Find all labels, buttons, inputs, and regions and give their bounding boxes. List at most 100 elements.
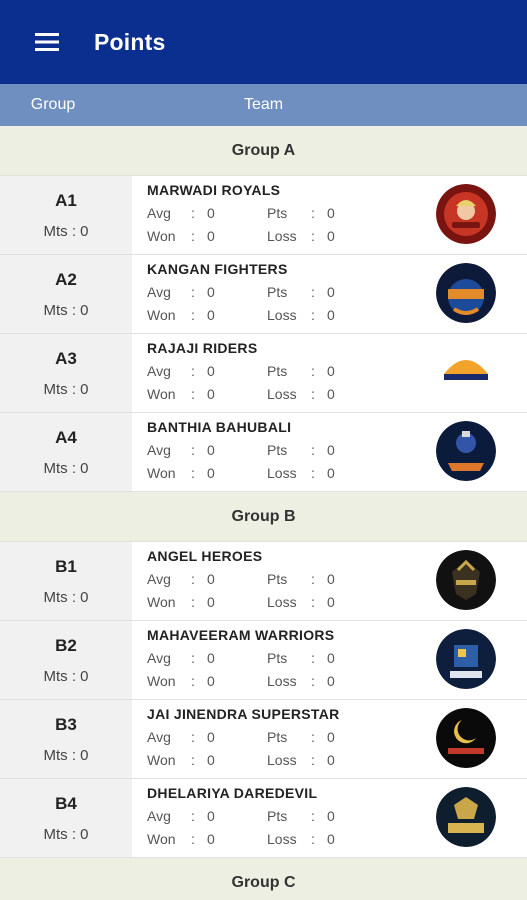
stat-won-label: Won bbox=[147, 673, 176, 689]
stat-avg-label: Avg bbox=[147, 284, 171, 300]
stat-loss-value: 0 bbox=[327, 752, 335, 768]
team-name: BANTHIA BAHUBALI bbox=[147, 419, 292, 435]
group-header: Group C bbox=[0, 858, 527, 900]
stat-loss-label: Loss bbox=[267, 752, 297, 768]
stat-won-value: 0 bbox=[207, 386, 215, 402]
stat-loss-label: Loss bbox=[267, 594, 297, 610]
stat-avg: Avg:0 bbox=[147, 808, 257, 826]
stat-separator: : bbox=[191, 465, 195, 481]
stat-pts-value: 0 bbox=[327, 205, 335, 221]
team-info: MAHAVEERAM WARRIORS Avg:0 Pts:0 Won:0 Loss:0 bbox=[132, 621, 527, 699]
stat-won-label: Won bbox=[147, 752, 176, 768]
stat-pts-label: Pts bbox=[267, 650, 288, 666]
stat-separator: : bbox=[311, 228, 315, 244]
matches-played: Mts : 0 bbox=[43, 459, 89, 477]
stat-won: Won:0 bbox=[147, 831, 257, 849]
team-name: MARWADI ROYALS bbox=[147, 182, 281, 198]
angel-heroes-logo bbox=[436, 550, 496, 610]
stat-separator: : bbox=[311, 831, 315, 847]
stat-avg-label: Avg bbox=[147, 442, 171, 458]
stat-avg-label: Avg bbox=[147, 808, 171, 824]
team-code: B2 bbox=[55, 635, 77, 655]
stat-separator: : bbox=[191, 284, 195, 300]
stat-avg: Avg:0 bbox=[147, 650, 257, 668]
team-row[interactable]: A3 Mts : 0 RAJAJI RIDERS Avg:0 Pts:0 Won:0 Los… bbox=[0, 334, 527, 413]
team-info: JAI JINENDRA SUPERSTAR Avg:0 Pts:0 Won:0 Los… bbox=[132, 700, 527, 778]
stat-separator: : bbox=[191, 571, 195, 587]
team-row[interactable]: B1 Mts : 0 ANGEL HEROES Avg:0 Pts:0 Won:0 Loss… bbox=[0, 542, 527, 621]
stat-separator: : bbox=[311, 363, 315, 379]
team-row[interactable]: B3 Mts : 0 JAI JINENDRA SUPERSTAR Avg:0 Pts:… bbox=[0, 700, 527, 779]
menu-button[interactable] bbox=[0, 0, 94, 84]
mahaveeram-warriors-logo bbox=[436, 629, 496, 689]
dhelariya-daredevil-logo bbox=[436, 787, 496, 847]
stat-won-value: 0 bbox=[207, 465, 215, 481]
stat-loss-value: 0 bbox=[327, 386, 335, 402]
team-info: RAJAJI RIDERS Avg:0 Pts:0 Won:0 Loss:0 bbox=[132, 334, 527, 412]
stat-loss-label: Loss bbox=[267, 831, 297, 847]
stat-won-label: Won bbox=[147, 228, 176, 244]
stat-pts-label: Pts bbox=[267, 284, 288, 300]
stat-loss: Loss:0 bbox=[267, 831, 377, 849]
page-title: Points bbox=[94, 28, 166, 55]
stat-avg: Avg:0 bbox=[147, 284, 257, 302]
stat-separator: : bbox=[311, 729, 315, 745]
team-code: A3 bbox=[55, 348, 77, 368]
stat-pts-value: 0 bbox=[327, 363, 335, 379]
app-bar: Points bbox=[0, 0, 527, 84]
stat-separator: : bbox=[191, 442, 195, 458]
group-header: Group A bbox=[0, 126, 527, 176]
stat-avg-label: Avg bbox=[147, 363, 171, 379]
team-code: B4 bbox=[55, 793, 77, 813]
stat-separator: : bbox=[311, 571, 315, 587]
team-code: A1 bbox=[55, 190, 77, 210]
team-row[interactable]: B4 Mts : 0 DHELARIYA DAREDEVIL Avg:0 Pts:0 Wo… bbox=[0, 779, 527, 858]
team-slot: B4 Mts : 0 bbox=[0, 779, 132, 857]
stat-won-value: 0 bbox=[207, 752, 215, 768]
stat-loss: Loss:0 bbox=[267, 386, 377, 404]
stat-separator: : bbox=[191, 752, 195, 768]
stat-loss: Loss:0 bbox=[267, 228, 377, 246]
stat-pts: Pts:0 bbox=[267, 729, 377, 747]
stat-avg-value: 0 bbox=[207, 284, 215, 300]
stat-won-value: 0 bbox=[207, 831, 215, 847]
team-info: BANTHIA BAHUBALI Avg:0 Pts:0 Won:0 Loss:0 bbox=[132, 413, 527, 491]
matches-played: Mts : 0 bbox=[43, 825, 89, 843]
team-code: A2 bbox=[55, 269, 77, 289]
stat-avg-value: 0 bbox=[207, 650, 215, 666]
matches-played: Mts : 0 bbox=[43, 588, 89, 606]
stat-won-value: 0 bbox=[207, 673, 215, 689]
points-list[interactable]: Group A A1 Mts : 0 MARWADI ROYALS Avg:0 Pts:0… bbox=[0, 126, 527, 900]
stat-avg: Avg:0 bbox=[147, 205, 257, 223]
team-row[interactable]: B2 Mts : 0 MAHAVEERAM WARRIORS Avg:0 Pts:0 Wo… bbox=[0, 621, 527, 700]
stat-avg-label: Avg bbox=[147, 205, 171, 221]
column-header: Group Team bbox=[0, 84, 527, 126]
stat-won: Won:0 bbox=[147, 307, 257, 325]
stat-separator: : bbox=[191, 650, 195, 666]
team-slot: A2 Mts : 0 bbox=[0, 255, 132, 333]
stat-pts-value: 0 bbox=[327, 808, 335, 824]
team-name: ANGEL HEROES bbox=[147, 548, 263, 564]
team-slot: A1 Mts : 0 bbox=[0, 176, 132, 254]
stat-avg-value: 0 bbox=[207, 729, 215, 745]
stat-pts-value: 0 bbox=[327, 442, 335, 458]
jai-jinendra-superstar-logo bbox=[436, 708, 496, 768]
team-name: KANGAN FIGHTERS bbox=[147, 261, 288, 277]
team-row[interactable]: A2 Mts : 0 KANGAN FIGHTERS Avg:0 Pts:0 Won:0 L… bbox=[0, 255, 527, 334]
stat-separator: : bbox=[191, 386, 195, 402]
stat-pts: Pts:0 bbox=[267, 442, 377, 460]
stat-pts: Pts:0 bbox=[267, 808, 377, 826]
stat-separator: : bbox=[191, 307, 195, 323]
marwadi-royals-logo bbox=[436, 184, 496, 244]
column-header-group: Group bbox=[30, 96, 76, 113]
stat-avg-value: 0 bbox=[207, 363, 215, 379]
team-name: RAJAJI RIDERS bbox=[147, 340, 258, 356]
team-row[interactable]: A4 Mts : 0 BANTHIA BAHUBALI Avg:0 Pts:0 Won:0… bbox=[0, 413, 527, 492]
team-info: MARWADI ROYALS Avg:0 Pts:0 Won:0 Loss:0 bbox=[132, 176, 527, 254]
stat-loss-label: Loss bbox=[267, 673, 297, 689]
stat-separator: : bbox=[311, 650, 315, 666]
matches-played: Mts : 0 bbox=[43, 222, 89, 240]
stat-loss-label: Loss bbox=[267, 386, 297, 402]
stat-loss-value: 0 bbox=[327, 673, 335, 689]
team-row[interactable]: A1 Mts : 0 MARWADI ROYALS Avg:0 Pts:0 Won:0 Lo… bbox=[0, 176, 527, 255]
